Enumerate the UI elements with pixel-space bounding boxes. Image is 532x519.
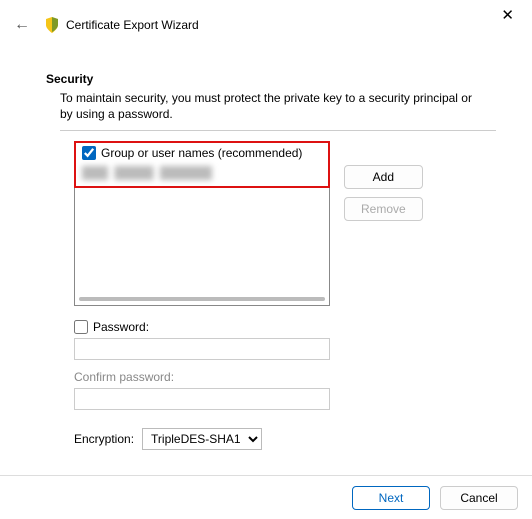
confirm-password-label: Confirm password:: [74, 370, 496, 384]
list-item[interactable]: [82, 166, 212, 180]
password-checkbox[interactable]: [74, 320, 88, 334]
remove-button[interactable]: Remove: [344, 197, 423, 221]
section-heading: Security: [46, 72, 496, 86]
next-button[interactable]: Next: [352, 486, 430, 510]
content-area: Security To maintain security, you must …: [0, 40, 532, 450]
window-title: Certificate Export Wizard: [66, 18, 199, 32]
titlebar: ← Certificate Export Wizard: [0, 0, 532, 40]
back-icon[interactable]: ←: [14, 16, 30, 34]
close-icon[interactable]: ✕: [501, 6, 514, 24]
group-names-listbox[interactable]: [74, 188, 330, 306]
highlight-box: Group or user names (recommended): [74, 141, 330, 188]
password-input[interactable]: [74, 338, 330, 360]
group-names-label: Group or user names (recommended): [101, 146, 302, 160]
cancel-button[interactable]: Cancel: [440, 486, 518, 510]
add-button[interactable]: Add: [344, 165, 423, 189]
encryption-label: Encryption:: [74, 432, 134, 446]
footer: Next Cancel: [0, 475, 532, 519]
encryption-select[interactable]: TripleDES-SHA1: [142, 428, 262, 450]
group-names-checkbox[interactable]: [82, 146, 96, 160]
divider: [60, 130, 496, 131]
group-names-checkbox-row[interactable]: Group or user names (recommended): [82, 146, 322, 160]
password-label: Password:: [93, 320, 149, 334]
password-checkbox-row[interactable]: Password:: [74, 320, 496, 334]
section-description: To maintain security, you must protect t…: [60, 90, 486, 122]
shield-icon: [44, 17, 60, 33]
confirm-password-input[interactable]: [74, 388, 330, 410]
